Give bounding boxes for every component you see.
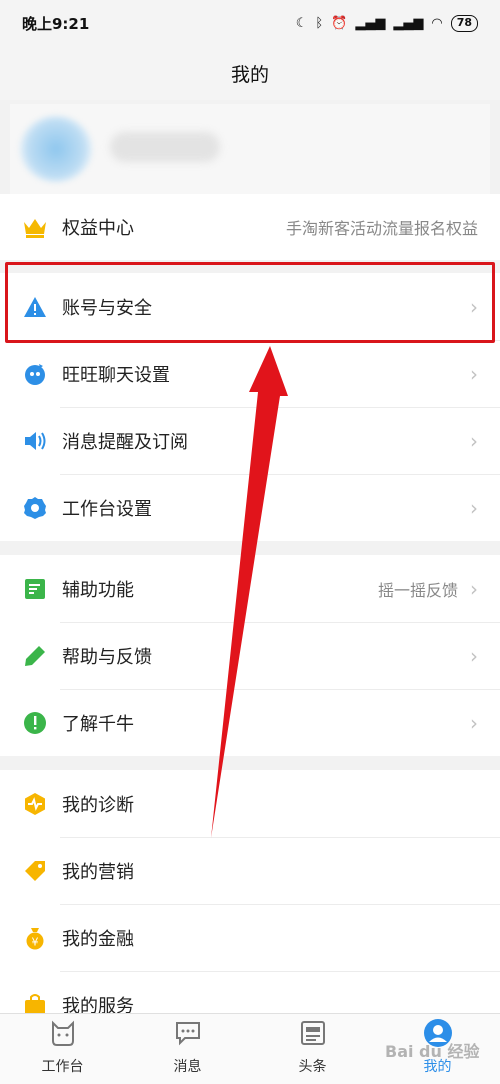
chevron-right-icon: ›: [470, 710, 478, 735]
my-finance-row[interactable]: ¥ 我的金融: [0, 904, 500, 971]
message-icon: [173, 1018, 203, 1048]
gear-icon: [22, 495, 48, 521]
message-subscription-row[interactable]: 消息提醒及订阅 ›: [0, 407, 500, 474]
row-label: 帮助与反馈: [62, 646, 152, 668]
news-icon: [298, 1018, 328, 1048]
status-icons: ☾ ᛒ ⏰ ▂▄▆ ▂▄▆ ◠ 78: [295, 14, 478, 32]
wifi-icon: ◠: [431, 15, 443, 31]
row-label: 辅助功能: [62, 579, 134, 601]
row-label: 旺旺聊天设置: [62, 364, 170, 386]
accessibility-row[interactable]: 辅助功能 摇一摇反馈 ›: [0, 555, 500, 622]
chevron-right-icon: ›: [470, 576, 478, 601]
diagnosis-icon: [22, 791, 48, 817]
tab-label: 头条: [298, 1059, 327, 1075]
row-label: 我的金融: [62, 928, 134, 950]
chevron-right-icon: ›: [470, 428, 478, 453]
profile-card[interactable]: [10, 104, 490, 194]
signal-icon: ▂▄▆: [355, 15, 386, 31]
account-security-row[interactable]: 账号与安全 ›: [0, 273, 500, 340]
chevron-right-icon: ›: [470, 643, 478, 668]
tab-label: 我的: [423, 1059, 452, 1075]
tab-mine[interactable]: 我的: [375, 1014, 500, 1084]
wangwang-settings-row[interactable]: 旺旺聊天设置 ›: [0, 340, 500, 407]
pencil-icon: [22, 643, 48, 669]
row-label: 了解千牛: [62, 713, 134, 735]
my-marketing-row[interactable]: 我的营销: [0, 837, 500, 904]
settings-group-3: 我的诊断 我的营销 ¥ 我的金融 我的服务: [0, 770, 500, 1038]
tab-workbench[interactable]: 工作台: [0, 1014, 125, 1084]
workbench-icon: [48, 1018, 78, 1048]
tag-icon: [22, 858, 48, 884]
info-icon: [22, 710, 48, 736]
warning-icon: [22, 294, 48, 320]
money-bag-icon: ¥: [22, 925, 48, 951]
svg-text:¥: ¥: [32, 935, 39, 948]
row-label: 我的诊断: [62, 794, 134, 816]
my-diagnosis-row[interactable]: 我的诊断: [0, 770, 500, 837]
bluetooth-icon: ᛒ: [315, 15, 324, 31]
profile-name-blurred: [110, 132, 220, 162]
about-qianniu-row[interactable]: 了解千牛 ›: [0, 689, 500, 756]
benefit-label: 权益中心: [62, 218, 134, 239]
row-label: 消息提醒及订阅: [62, 431, 188, 453]
row-label: 账号与安全: [62, 297, 152, 319]
benefit-detail: 手淘新客活动流量报名权益: [285, 219, 478, 238]
tab-messages[interactable]: 消息: [125, 1014, 250, 1084]
benefit-center-row[interactable]: 权益中心 手淘新客活动流量报名权益: [0, 194, 500, 260]
row-label: 我的营销: [62, 861, 134, 883]
avatar[interactable]: [20, 116, 92, 182]
tab-bar: 工作台 消息 头条 我的: [0, 1013, 500, 1084]
chevron-right-icon: ›: [470, 495, 478, 520]
speaker-icon: [22, 428, 48, 454]
moon-icon: ☾: [295, 15, 308, 31]
chevron-right-icon: ›: [470, 361, 478, 386]
row-label: 工作台设置: [62, 498, 152, 520]
tab-label: 消息: [173, 1059, 202, 1075]
list-icon: [22, 576, 48, 602]
status-time: 晚上9:21: [22, 14, 90, 33]
crown-icon: [22, 214, 48, 240]
workbench-settings-row[interactable]: 工作台设置 ›: [0, 474, 500, 541]
help-feedback-row[interactable]: 帮助与反馈 ›: [0, 622, 500, 689]
user-icon: [423, 1018, 453, 1048]
battery-indicator: 78: [450, 14, 478, 32]
alarm-icon: ⏰: [331, 15, 348, 31]
status-bar: 晚上9:21 ☾ ᛒ ⏰ ▂▄▆ ▂▄▆ ◠ 78: [0, 0, 500, 46]
settings-group-2: 辅助功能 摇一摇反馈 › 帮助与反馈 › 了解千牛 ›: [0, 555, 500, 756]
accessibility-detail: 摇一摇反馈: [377, 580, 458, 600]
tab-label: 工作台: [41, 1059, 84, 1075]
wangwang-icon: [22, 361, 48, 387]
signal-icon-2: ▂▄▆: [393, 15, 424, 31]
settings-group-1: 账号与安全 › 旺旺聊天设置 › 消息提醒及订阅 › 工作台设置 ›: [0, 273, 500, 541]
chevron-right-icon: ›: [470, 294, 478, 319]
page-title: 我的: [230, 63, 269, 86]
tab-headlines[interactable]: 头条: [250, 1014, 375, 1084]
nav-bar: 我的: [0, 46, 500, 100]
